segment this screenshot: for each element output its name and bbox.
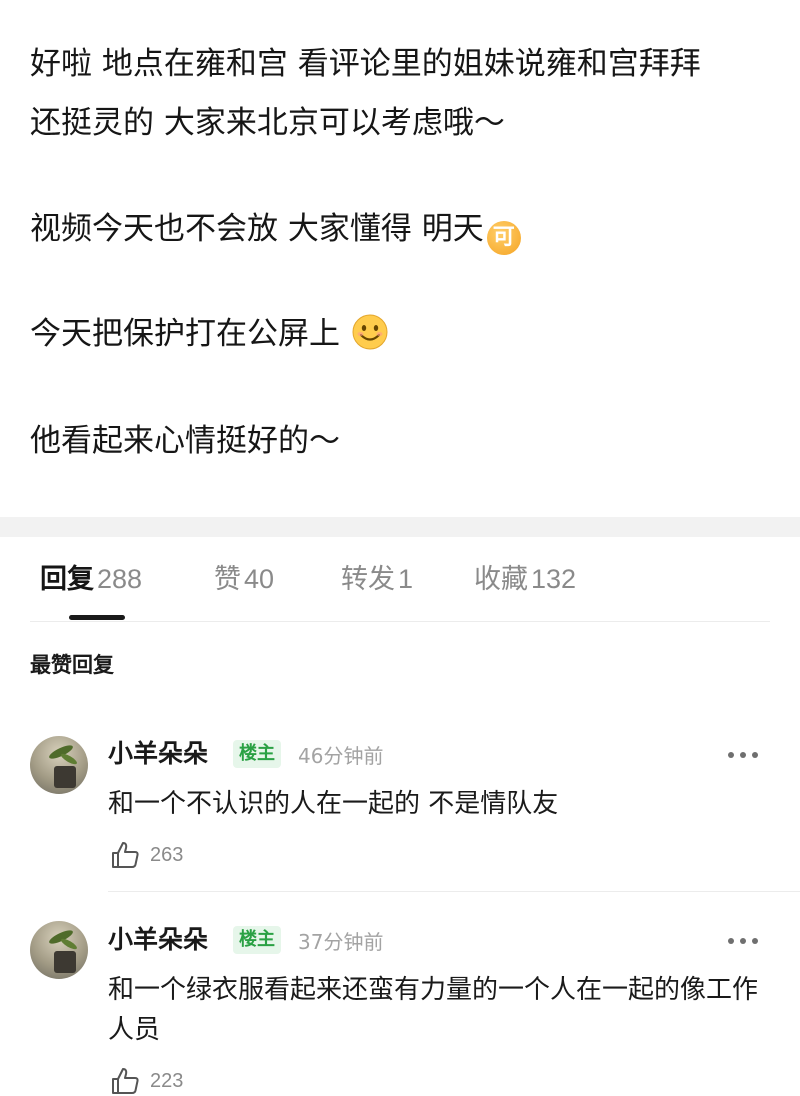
tab-reposts-count: 1: [398, 564, 414, 594]
post-line-1: 好啦 地点在雍和宫 看评论里的姐妹说雍和宫拜拜: [30, 46, 701, 82]
tabs-divider: [30, 621, 770, 622]
like-count: 223: [150, 1070, 184, 1092]
more-dots-icon[interactable]: [728, 938, 758, 946]
tab-reposts-label: 转发: [341, 564, 395, 595]
tab-likes-count: 40: [244, 564, 275, 594]
thumbs-up-icon: [112, 1068, 139, 1094]
tab-bar: 回复 288 赞 40 转发 1 收藏 132: [0, 537, 800, 621]
comment-text: 和一个不认识的人在一起的 不是情队友: [108, 789, 559, 819]
tab-replies[interactable]: 回复 288: [40, 561, 142, 598]
post-line-4-text: 今天把保护打在公屏上: [30, 316, 340, 352]
ke-emoji-icon: 可: [486, 221, 521, 255]
comment-separator: [108, 891, 800, 892]
post-line-3: 视频今天也不会放 大家懂得 明天可: [30, 209, 521, 255]
section-title: 最赞回复: [30, 653, 114, 677]
op-badge: 楼主: [233, 926, 281, 954]
tab-likes-label: 赞: [214, 564, 241, 595]
comment-text: 和一个绿衣服看起来还蛮有力量的一个人在一起的像工作人员: [108, 975, 759, 1045]
active-tab-indicator: [69, 615, 125, 620]
post-line-2: 还挺灵的 大家来北京可以考虑哦～: [30, 105, 505, 141]
more-dots-icon[interactable]: [728, 752, 758, 760]
like-count: 263: [150, 844, 184, 866]
post-line-4: 今天把保护打在公屏上: [30, 314, 388, 354]
avatar[interactable]: [30, 921, 88, 979]
tab-replies-label: 回复: [40, 564, 94, 595]
thumbs-up-icon: [112, 842, 139, 868]
tab-reposts[interactable]: 转发 1: [341, 561, 413, 598]
username[interactable]: 小羊朵朵: [108, 924, 208, 956]
smile-emoji-icon: [352, 314, 388, 350]
avatar[interactable]: [30, 736, 88, 794]
tab-likes[interactable]: 赞 40: [214, 561, 274, 598]
comment-time: 37分钟前: [298, 930, 384, 954]
tab-replies-count: 288: [97, 564, 143, 594]
tab-favorites-count: 132: [531, 564, 577, 594]
username[interactable]: 小羊朵朵: [108, 738, 208, 770]
tab-favorites-label: 收藏: [474, 564, 528, 595]
post-line-3-text: 视频今天也不会放 大家懂得 明天: [30, 211, 484, 247]
post-line-5: 他看起来心情挺好的～: [30, 423, 340, 459]
comment-time: 46分钟前: [298, 744, 384, 768]
op-badge: 楼主: [233, 740, 281, 768]
tab-favorites[interactable]: 收藏 132: [474, 561, 576, 598]
section-divider: [0, 517, 800, 537]
